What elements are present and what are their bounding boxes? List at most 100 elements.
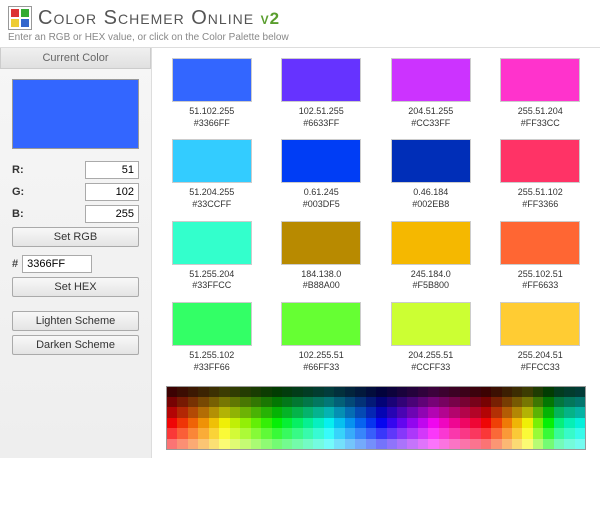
color-swatch[interactable] — [172, 58, 252, 102]
palette-cell[interactable] — [345, 439, 355, 449]
palette-cell[interactable] — [449, 397, 459, 407]
palette-cell[interactable] — [230, 428, 240, 438]
palette-cell[interactable] — [470, 397, 480, 407]
palette-cell[interactable] — [428, 439, 438, 449]
palette-cell[interactable] — [460, 397, 470, 407]
hex-input[interactable] — [22, 255, 92, 273]
palette-cell[interactable] — [397, 418, 407, 428]
palette-cell[interactable] — [282, 428, 292, 438]
color-swatch[interactable] — [172, 221, 252, 265]
palette-cell[interactable] — [188, 397, 198, 407]
palette-cell[interactable] — [345, 407, 355, 417]
palette-cell[interactable] — [543, 397, 553, 407]
palette-cell[interactable] — [502, 407, 512, 417]
palette-cell[interactable] — [470, 439, 480, 449]
palette-cell[interactable] — [292, 428, 302, 438]
palette-cell[interactable] — [564, 387, 574, 397]
palette-cell[interactable] — [240, 428, 250, 438]
palette-cell[interactable] — [355, 407, 365, 417]
palette-cell[interactable] — [481, 397, 491, 407]
palette-cell[interactable] — [512, 387, 522, 397]
r-input[interactable] — [85, 161, 139, 179]
palette-cell[interactable] — [512, 418, 522, 428]
color-swatch[interactable] — [500, 302, 580, 346]
palette-cell[interactable] — [407, 407, 417, 417]
palette-cell[interactable] — [428, 418, 438, 428]
palette-cell[interactable] — [188, 407, 198, 417]
palette-cell[interactable] — [470, 428, 480, 438]
palette-cell[interactable] — [324, 428, 334, 438]
palette-cell[interactable] — [470, 387, 480, 397]
set-hex-button[interactable]: Set HEX — [12, 277, 139, 297]
color-swatch[interactable] — [172, 302, 252, 346]
palette-cell[interactable] — [261, 428, 271, 438]
palette-cell[interactable] — [460, 439, 470, 449]
palette-cell[interactable] — [491, 428, 501, 438]
palette-cell[interactable] — [439, 418, 449, 428]
palette-cell[interactable] — [376, 428, 386, 438]
palette-cell[interactable] — [292, 397, 302, 407]
palette-cell[interactable] — [209, 397, 219, 407]
palette-cell[interactable] — [439, 397, 449, 407]
palette-cell[interactable] — [198, 418, 208, 428]
color-palette[interactable] — [166, 386, 586, 451]
palette-cell[interactable] — [240, 418, 250, 428]
palette-cell[interactable] — [167, 439, 177, 449]
palette-cell[interactable] — [334, 418, 344, 428]
palette-cell[interactable] — [313, 418, 323, 428]
palette-cell[interactable] — [334, 428, 344, 438]
palette-cell[interactable] — [261, 407, 271, 417]
palette-cell[interactable] — [512, 407, 522, 417]
palette-cell[interactable] — [177, 428, 187, 438]
palette-cell[interactable] — [491, 418, 501, 428]
palette-cell[interactable] — [366, 439, 376, 449]
palette-cell[interactable] — [481, 407, 491, 417]
palette-cell[interactable] — [522, 439, 532, 449]
palette-cell[interactable] — [376, 439, 386, 449]
palette-cell[interactable] — [366, 387, 376, 397]
palette-cell[interactable] — [209, 407, 219, 417]
palette-cell[interactable] — [303, 428, 313, 438]
palette-cell[interactable] — [543, 439, 553, 449]
palette-cell[interactable] — [177, 397, 187, 407]
palette-cell[interactable] — [198, 397, 208, 407]
palette-cell[interactable] — [282, 387, 292, 397]
palette-cell[interactable] — [512, 428, 522, 438]
palette-cell[interactable] — [502, 397, 512, 407]
palette-cell[interactable] — [418, 397, 428, 407]
palette-cell[interactable] — [491, 407, 501, 417]
palette-cell[interactable] — [575, 407, 585, 417]
palette-cell[interactable] — [533, 428, 543, 438]
palette-cell[interactable] — [167, 397, 177, 407]
palette-cell[interactable] — [512, 439, 522, 449]
palette-cell[interactable] — [334, 387, 344, 397]
palette-cell[interactable] — [230, 418, 240, 428]
palette-cell[interactable] — [543, 418, 553, 428]
palette-cell[interactable] — [439, 407, 449, 417]
palette-cell[interactable] — [428, 397, 438, 407]
palette-cell[interactable] — [355, 397, 365, 407]
palette-cell[interactable] — [230, 387, 240, 397]
palette-cell[interactable] — [240, 439, 250, 449]
g-input[interactable] — [85, 183, 139, 201]
palette-cell[interactable] — [460, 428, 470, 438]
palette-cell[interactable] — [272, 407, 282, 417]
palette-cell[interactable] — [397, 439, 407, 449]
palette-cell[interactable] — [428, 428, 438, 438]
palette-cell[interactable] — [230, 397, 240, 407]
palette-cell[interactable] — [282, 439, 292, 449]
palette-cell[interactable] — [219, 428, 229, 438]
palette-cell[interactable] — [533, 397, 543, 407]
palette-cell[interactable] — [292, 439, 302, 449]
palette-cell[interactable] — [575, 387, 585, 397]
palette-cell[interactable] — [188, 387, 198, 397]
palette-cell[interactable] — [387, 407, 397, 417]
palette-cell[interactable] — [324, 407, 334, 417]
palette-cell[interactable] — [272, 387, 282, 397]
palette-cell[interactable] — [575, 439, 585, 449]
palette-cell[interactable] — [355, 418, 365, 428]
palette-cell[interactable] — [428, 387, 438, 397]
palette-cell[interactable] — [491, 387, 501, 397]
palette-cell[interactable] — [198, 428, 208, 438]
palette-cell[interactable] — [554, 407, 564, 417]
